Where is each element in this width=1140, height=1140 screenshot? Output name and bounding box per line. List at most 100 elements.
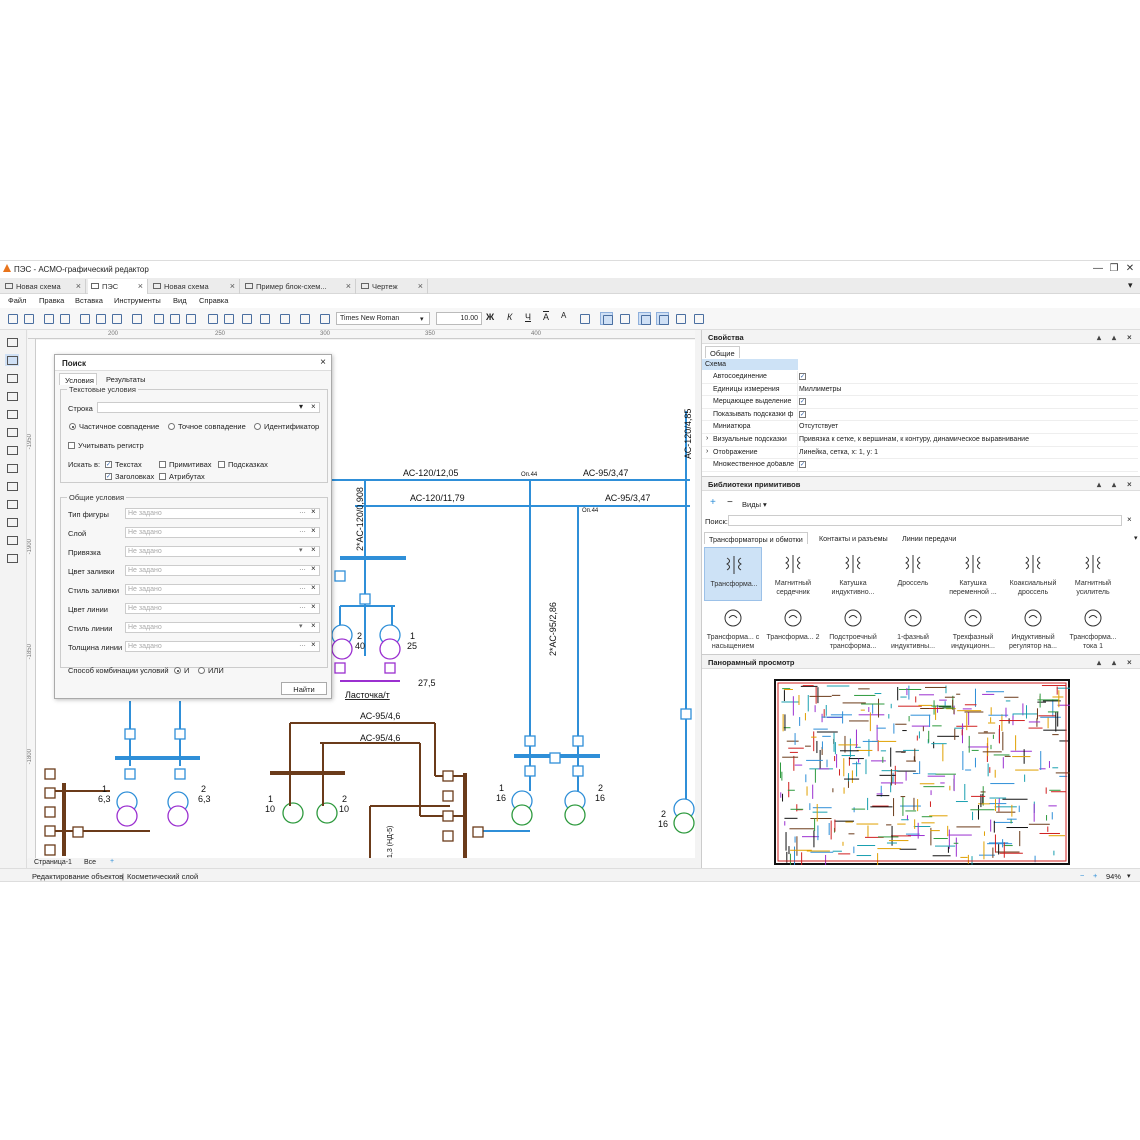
field-input[interactable]: Не задано bbox=[125, 508, 320, 519]
library-item[interactable]: Трансформа... bbox=[704, 547, 762, 601]
remove-library-icon[interactable]: − bbox=[727, 497, 733, 508]
field-clear-icon[interactable]: × bbox=[311, 526, 316, 535]
field-browse-icon[interactable]: … bbox=[299, 527, 306, 534]
tab-power-lines[interactable]: Линии передачи bbox=[898, 532, 960, 544]
search-in-titles-checkbox[interactable]: ✓ bbox=[105, 473, 112, 480]
zoom-dropdown-icon[interactable]: ▾ bbox=[1127, 872, 1131, 880]
zoom-level[interactable]: 94% bbox=[1106, 872, 1121, 881]
minimize-button[interactable]: — bbox=[1090, 263, 1106, 275]
string-input[interactable] bbox=[97, 402, 320, 413]
field-clear-icon[interactable]: × bbox=[311, 621, 316, 630]
search-in-hints-checkbox[interactable] bbox=[218, 461, 225, 468]
close-window-button[interactable]: ✕ bbox=[1122, 263, 1138, 275]
page-tab[interactable]: Страница-1 bbox=[34, 859, 72, 866]
collapse-icon[interactable]: ▴ bbox=[1097, 333, 1101, 342]
field-browse-icon[interactable]: … bbox=[299, 565, 306, 572]
property-checkbox[interactable]: ✓ bbox=[799, 410, 806, 418]
library-item[interactable]: Трансформа... с насыщением bbox=[704, 601, 762, 655]
add-library-icon[interactable]: + bbox=[710, 497, 716, 508]
field-input[interactable]: Не задано bbox=[125, 622, 320, 633]
combine-or-radio[interactable] bbox=[198, 667, 205, 674]
add-page-button[interactable]: + bbox=[110, 858, 114, 865]
close-panel-icon[interactable]: × bbox=[1127, 333, 1132, 342]
library-item[interactable]: Коаксиальный дроссель bbox=[1004, 547, 1062, 601]
field-clear-icon[interactable]: × bbox=[311, 602, 316, 611]
page-filter[interactable]: Все bbox=[84, 859, 96, 866]
property-row[interactable]: › Визуальные подсказки Привязка к сетке,… bbox=[702, 434, 1138, 447]
tabs-dropdown-icon[interactable]: ▾ bbox=[1130, 532, 1140, 544]
field-input[interactable]: Не задано bbox=[125, 641, 320, 652]
library-item[interactable]: 1-фазный индуктивны... bbox=[884, 601, 942, 655]
exact-match-radio[interactable] bbox=[168, 423, 175, 430]
field-clear-icon[interactable]: × bbox=[311, 583, 316, 592]
field-browse-icon[interactable]: … bbox=[299, 584, 306, 591]
library-search-input[interactable] bbox=[728, 515, 1122, 526]
field-clear-icon[interactable]: × bbox=[311, 640, 316, 649]
library-item[interactable]: Катушка переменной ... bbox=[944, 547, 1002, 601]
library-item[interactable]: Дроссель bbox=[884, 547, 942, 601]
close-panel-icon[interactable]: × bbox=[1127, 480, 1132, 489]
field-input[interactable]: Не задано bbox=[125, 603, 320, 614]
property-row[interactable]: Автосоединение ✓ bbox=[702, 371, 1138, 384]
string-clear-icon[interactable]: × bbox=[311, 402, 316, 411]
match-case-checkbox[interactable] bbox=[68, 442, 75, 449]
library-item[interactable]: Магнитный усилитель bbox=[1064, 547, 1122, 601]
library-item[interactable]: Магнитный сердечник bbox=[764, 547, 822, 601]
float-icon[interactable]: ▴ bbox=[1112, 333, 1116, 342]
search-in-texts-checkbox[interactable]: ✓ bbox=[105, 461, 112, 468]
field-browse-icon[interactable]: … bbox=[299, 641, 306, 648]
field-input[interactable]: Не задано bbox=[125, 584, 320, 595]
dialog-close-button[interactable]: × bbox=[320, 357, 326, 368]
collapse-icon[interactable]: ▴ bbox=[1097, 480, 1101, 489]
collapse-icon[interactable]: ▴ bbox=[1097, 658, 1101, 667]
field-dropdown-icon[interactable]: ▾ bbox=[299, 546, 303, 554]
search-in-primitives-checkbox[interactable] bbox=[159, 461, 166, 468]
section-schema[interactable]: Схема bbox=[702, 359, 798, 370]
tab-transformers[interactable]: Трансформаторы и обмотки bbox=[704, 532, 808, 544]
tab-conditions[interactable]: Условия bbox=[59, 373, 97, 385]
identifier-radio[interactable] bbox=[254, 423, 261, 430]
combine-and-radio[interactable] bbox=[174, 667, 181, 674]
panorama-preview[interactable] bbox=[774, 679, 1070, 865]
property-row[interactable]: Мерцающее выделение ✓ bbox=[702, 396, 1138, 409]
property-row[interactable]: Показывать подсказки ф ✓ bbox=[702, 408, 1138, 422]
field-clear-icon[interactable]: × bbox=[311, 507, 316, 516]
clear-search-icon[interactable]: × bbox=[1127, 515, 1132, 524]
property-row[interactable]: Миниатюра Отсутствует bbox=[702, 421, 1138, 434]
library-item[interactable]: Индуктивный регулятор на... bbox=[1004, 601, 1062, 655]
field-input[interactable]: Не задано bbox=[125, 527, 320, 538]
maximize-button[interactable]: ❐ bbox=[1106, 263, 1122, 275]
expand-icon[interactable]: › bbox=[706, 435, 708, 442]
property-row[interactable]: Множественное добавле ✓ bbox=[702, 459, 1138, 472]
status-layer[interactable]: Косметический слой bbox=[127, 872, 198, 881]
tab-results[interactable]: Результаты bbox=[101, 373, 151, 385]
library-item[interactable]: Катушка индуктивно... bbox=[824, 547, 882, 601]
property-row[interactable]: › Отображение Линейка, сетка, x: 1, y: 1 bbox=[702, 446, 1138, 460]
field-clear-icon[interactable]: × bbox=[311, 545, 316, 554]
field-dropdown-icon[interactable]: ▾ bbox=[299, 622, 303, 630]
library-item[interactable]: Трансформа... тока 1 bbox=[1064, 601, 1122, 655]
views-button[interactable]: Виды ▾ bbox=[742, 500, 767, 509]
zoom-in-button[interactable]: + bbox=[1093, 871, 1097, 880]
library-item[interactable]: Трехфазный индукционн... bbox=[944, 601, 1002, 655]
find-button[interactable]: Найти bbox=[281, 682, 327, 695]
property-checkbox[interactable]: ✓ bbox=[799, 461, 806, 469]
partial-match-radio[interactable] bbox=[69, 423, 76, 430]
field-clear-icon[interactable]: × bbox=[311, 564, 316, 573]
property-checkbox[interactable]: ✓ bbox=[799, 398, 806, 406]
string-dropdown-icon[interactable]: ▾ bbox=[299, 402, 303, 411]
property-row[interactable]: Единицы измерения Миллиметры bbox=[702, 383, 1138, 397]
field-browse-icon[interactable]: … bbox=[299, 603, 306, 610]
float-icon[interactable]: ▴ bbox=[1112, 480, 1116, 489]
field-browse-icon[interactable]: … bbox=[299, 508, 306, 515]
search-in-attributes-checkbox[interactable] bbox=[159, 473, 166, 480]
field-input[interactable]: Не задано bbox=[125, 565, 320, 576]
tabs-dropdown-icon[interactable]: ▾ bbox=[1128, 280, 1133, 291]
field-input[interactable]: Не задано bbox=[125, 546, 320, 557]
tab-general[interactable]: Общие bbox=[705, 346, 740, 358]
expand-icon[interactable]: › bbox=[706, 448, 708, 455]
tab-contacts[interactable]: Контакты и разъемы bbox=[815, 532, 892, 544]
library-item[interactable]: Трансформа... 2 bbox=[764, 601, 822, 655]
property-checkbox[interactable]: ✓ bbox=[799, 373, 806, 380]
zoom-out-button[interactable]: − bbox=[1080, 871, 1084, 880]
